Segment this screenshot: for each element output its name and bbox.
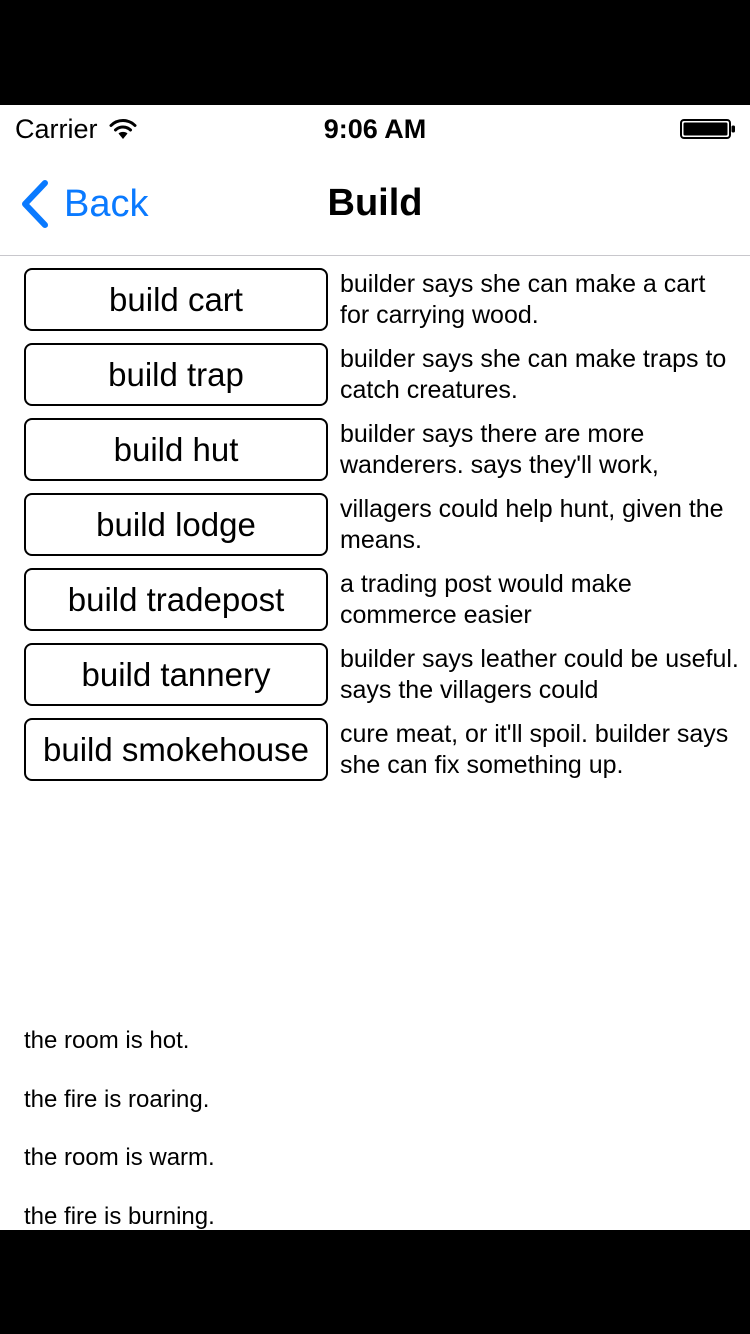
- build-row: build lodge villagers could help hunt, g…: [24, 493, 736, 568]
- status-time: 9:06 AM: [323, 114, 427, 144]
- build-list: build cart builder says she can make a c…: [24, 268, 739, 793]
- back-button[interactable]: Back: [18, 177, 148, 231]
- build-description: builder says she can make traps to catch…: [340, 345, 727, 404]
- notification-item: the fire is burning.: [24, 1202, 215, 1230]
- app-window: Carrier 9:06 AM Back Build build cart bu…: [0, 105, 750, 1230]
- build-row: build cart builder says she can make a c…: [24, 268, 736, 343]
- build-hut-button[interactable]: build hut: [24, 418, 328, 481]
- navigation-bar: Back Build: [0, 153, 750, 256]
- device-screen: Carrier 9:06 AM Back Build build cart bu…: [0, 0, 750, 1334]
- notification-item: the room is hot.: [24, 1027, 190, 1054]
- build-description: cure meat, or it'll spoil. builder says …: [340, 720, 729, 779]
- build-row: build smokehouse cure meat, or it'll spo…: [24, 718, 736, 793]
- build-description: villagers could help hunt, given the mea…: [340, 495, 724, 554]
- build-tradepost-button[interactable]: build tradepost: [24, 568, 328, 631]
- build-tannery-button[interactable]: build tannery: [24, 643, 328, 706]
- notification-log: the room is hot. the fire is roaring. th…: [24, 1023, 724, 1230]
- status-bar: Carrier 9:06 AM: [0, 105, 750, 153]
- build-row: build trap builder says she can make tra…: [24, 343, 736, 418]
- build-description: builder says she can make a cart for car…: [340, 270, 706, 329]
- back-label: Back: [64, 183, 149, 225]
- build-row: build tannery builder says leather could…: [24, 643, 739, 718]
- build-description: builder says leather could be useful. sa…: [340, 645, 739, 704]
- notification-item: the room is warm.: [24, 1144, 215, 1171]
- chevron-left-icon: [22, 180, 48, 228]
- build-row: build tradepost a trading post would mak…: [24, 568, 736, 643]
- build-trap-button[interactable]: build trap: [24, 343, 328, 406]
- build-description: builder says there are more wanderers. s…: [340, 420, 659, 479]
- build-description: a trading post would make commerce easie…: [340, 570, 632, 629]
- build-lodge-button[interactable]: build lodge: [24, 493, 328, 556]
- notification-item: the fire is roaring.: [24, 1085, 210, 1113]
- build-smokehouse-button[interactable]: build smokehouse: [24, 718, 328, 781]
- battery-icon: [680, 119, 735, 139]
- build-cart-button[interactable]: build cart: [24, 268, 328, 331]
- build-row: build hut builder says there are more wa…: [24, 418, 736, 493]
